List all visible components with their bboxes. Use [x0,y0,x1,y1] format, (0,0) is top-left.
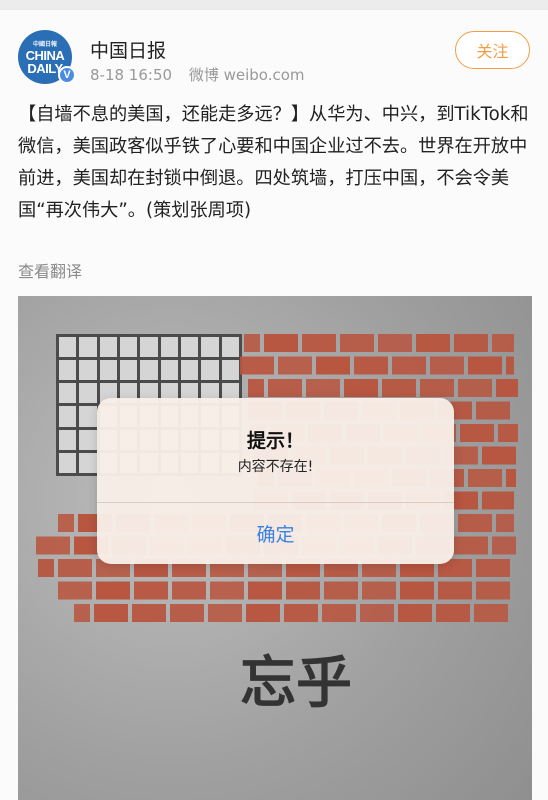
brick [324,581,358,600]
brick [392,356,426,375]
brick [458,379,492,397]
brick [506,469,516,487]
brick [244,334,260,352]
verified-badge-icon: V [58,66,76,84]
brick [322,604,356,622]
post-source: 微博 weibo.com [188,66,305,84]
brick [420,379,454,397]
brick [58,559,92,577]
brick [454,536,488,555]
brick [132,604,166,622]
brick [506,356,514,375]
brick [476,581,510,600]
username[interactable]: 中国日报 [90,36,166,63]
brick [246,604,280,622]
brick [496,379,518,397]
dialog-title: 提示！ [246,430,304,452]
brick [286,581,320,600]
brick [208,604,242,622]
brick [210,581,244,600]
calligraphy-text: 忘乎 [240,650,352,716]
brick [268,379,302,397]
brick [378,334,412,352]
brick [468,469,502,487]
confirm-button[interactable]: 确定 [97,503,454,564]
brick [248,379,264,397]
brick [474,604,508,622]
brick [362,581,396,600]
brick [430,356,464,375]
brick [458,514,492,532]
post-meta: 8-18 16:50 微博 weibo.com [90,64,317,85]
brick [316,356,350,375]
brick [94,604,128,622]
brick [134,581,168,600]
brick [496,514,514,532]
brick [476,401,510,420]
follow-button[interactable]: 关注 [455,31,530,69]
brick [344,379,378,397]
brick [264,334,298,352]
brick [400,581,434,600]
brick [492,536,516,555]
brick [96,581,130,600]
brick [74,604,90,622]
brick [460,424,494,442]
avatar-small-text: 中國日報 [32,42,57,48]
brick [278,356,312,375]
brick [172,581,206,600]
brick [482,491,514,510]
brick [482,446,516,465]
brick [38,559,54,577]
brick [360,604,394,622]
brick [240,356,274,375]
alert-dialog: 提示！ 内容不存在! 确定 [97,398,454,564]
brick [436,604,470,622]
brick [302,334,336,352]
translate-link[interactable]: 查看翻译 [18,258,82,282]
brick [170,604,204,622]
brick [382,379,416,397]
brick [248,581,282,600]
brick [498,424,518,442]
brick [354,356,388,375]
brick [36,536,70,555]
dialog-message: 内容不存在! [237,459,314,475]
post-text: 【自墙不息的美国，还能走多远？】从华为、中兴，到TikTok和微信，美国政客似乎… [18,104,529,221]
brick [58,581,92,600]
brick [476,559,510,577]
brick [416,334,450,352]
brick [58,514,74,532]
brick [468,356,502,375]
brick [306,379,340,397]
brick [284,604,318,622]
brick [492,334,514,352]
brick [398,604,432,622]
status-strip [0,0,548,10]
brick [438,581,472,600]
post-date: 8-18 16:50 [90,66,173,84]
brick [454,334,488,352]
brick [340,334,374,352]
